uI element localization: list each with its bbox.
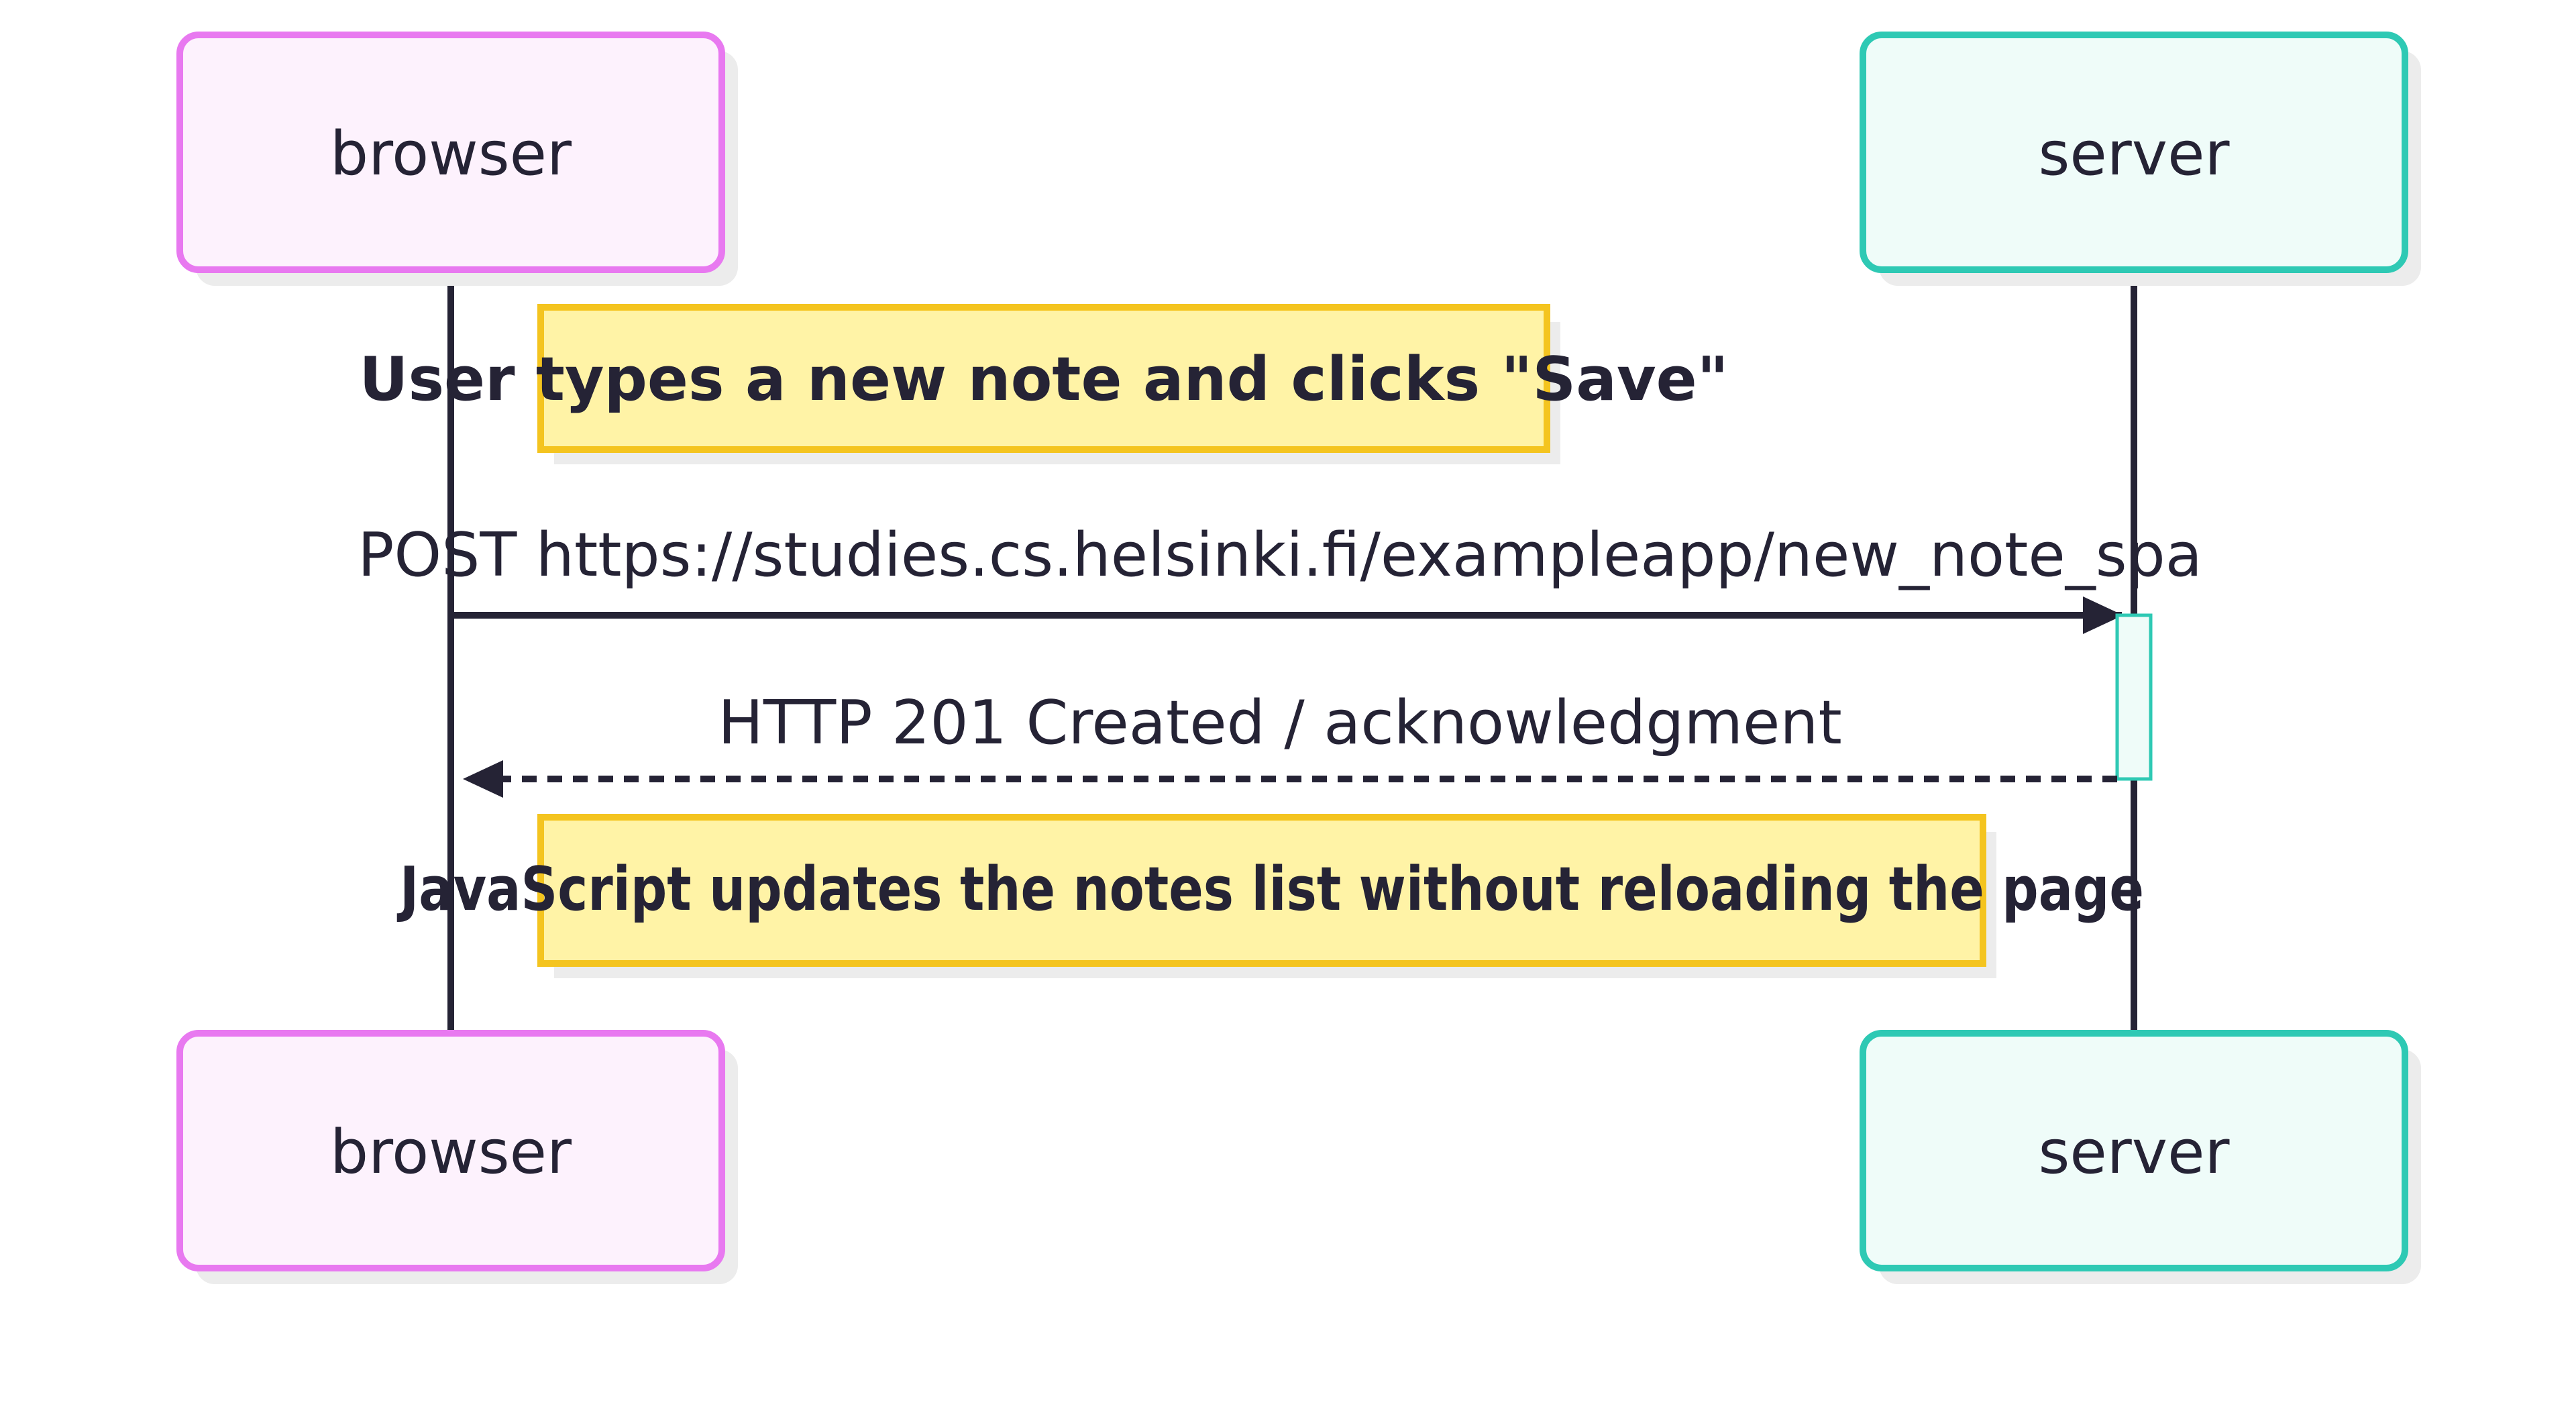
actor-server-top: server — [1860, 32, 2421, 286]
note-user-saves-text: User types a new note and clicks "Save" — [359, 344, 1728, 415]
actor-browser-bottom-label: browser — [330, 1117, 572, 1188]
sequence-diagram: browser server User types a new note and… — [176, 32, 2421, 1284]
actor-server-bottom-label: server — [2039, 1117, 2230, 1188]
note-user-saves: User types a new note and clicks "Save" — [359, 304, 1729, 464]
server-activation-bar — [2115, 613, 2153, 781]
message-post-request: POST https://studies.cs.helsinki.fi/exam… — [358, 520, 2202, 634]
actor-server-top-label: server — [2039, 119, 2230, 189]
note-js-updates: JavaScript updates the notes list withou… — [396, 814, 2144, 978]
message-response-label: HTTP 201 Created / acknowledgment — [718, 688, 1842, 758]
note-js-updates-text: JavaScript updates the notes list withou… — [396, 854, 2144, 925]
actor-server-bottom: server — [1860, 1030, 2421, 1284]
message-response: HTTP 201 Created / acknowledgment — [463, 688, 2117, 798]
message-post-label: POST https://studies.cs.helsinki.fi/exam… — [358, 520, 2202, 590]
actor-browser-top-label: browser — [330, 119, 572, 189]
actor-browser-bottom: browser — [176, 1030, 738, 1284]
actor-browser-top: browser — [176, 32, 738, 286]
